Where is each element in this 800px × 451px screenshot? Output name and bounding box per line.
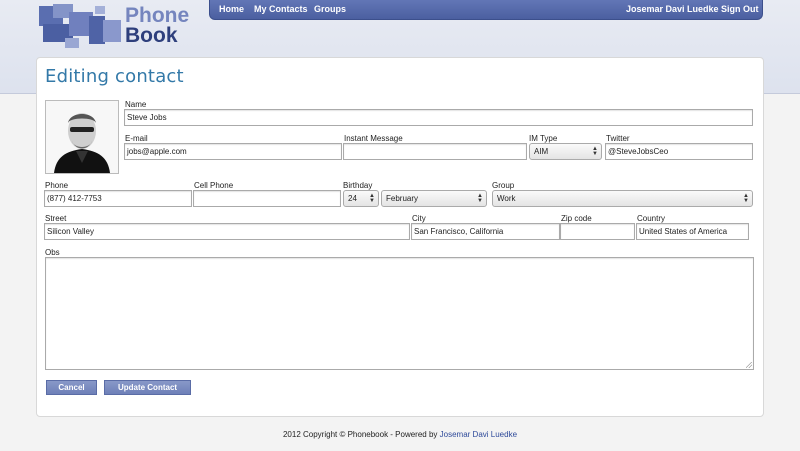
country-label: Country — [637, 214, 666, 223]
nav-home-link[interactable]: Home — [219, 4, 244, 14]
birthday-label: Birthday — [343, 181, 373, 190]
cell-phone-field[interactable] — [193, 190, 341, 207]
email-field[interactable]: jobs@apple.com — [124, 143, 342, 160]
top-navbar: Home My Contacts Groups Josemar Davi Lue… — [209, 0, 763, 20]
nav-my-contacts-link[interactable]: My Contacts — [254, 4, 308, 14]
select-arrows-icon: ▲ ▼ — [592, 146, 598, 157]
contact-photo[interactable] — [45, 100, 119, 174]
twitter-field[interactable]: @SteveJobsCeo — [605, 143, 753, 160]
nav-user-link[interactable]: Josemar Davi Luedke — [626, 4, 719, 14]
nav-groups-link[interactable]: Groups — [314, 4, 346, 14]
birthday-month-value: February — [386, 194, 419, 203]
phone-field[interactable]: (877) 412-7753 — [44, 190, 192, 207]
city-field[interactable]: San Francisco, California — [411, 223, 560, 240]
cancel-button[interactable]: Cancel — [46, 380, 97, 395]
page-title: Editing contact — [45, 66, 184, 87]
name-label: Name — [125, 100, 147, 109]
group-value: Work — [497, 194, 516, 203]
footer-author-link[interactable]: Josemar Davi Luedke — [440, 430, 517, 439]
zip-code-field[interactable] — [560, 223, 635, 240]
logo-text-book: Book — [125, 24, 178, 47]
contact-portrait-icon — [46, 101, 118, 173]
group-label: Group — [492, 181, 515, 190]
obs-label: Obs — [45, 248, 60, 257]
phone-label: Phone — [45, 181, 69, 190]
birthday-month-select[interactable]: February ▲ ▼ — [381, 190, 487, 207]
resize-grip-icon[interactable] — [746, 362, 752, 368]
birthday-day-value: 24 — [348, 194, 357, 203]
im-type-value: AIM — [534, 147, 549, 156]
email-label: E-mail — [125, 134, 148, 143]
city-label: City — [412, 214, 426, 223]
select-arrows-icon: ▲ ▼ — [369, 193, 375, 204]
zip-code-label: Zip code — [561, 214, 592, 223]
nav-sign-out-link[interactable]: Sign Out — [721, 4, 759, 14]
name-field[interactable]: Steve Jobs — [124, 109, 753, 126]
street-label: Street — [45, 214, 67, 223]
country-field[interactable]: United States of America — [636, 223, 749, 240]
logo-text-phone: Phone — [125, 4, 190, 27]
select-arrows-icon: ▲ ▼ — [477, 193, 483, 204]
group-select[interactable]: Work ▲ ▼ — [492, 190, 753, 207]
im-type-select[interactable]: AIM ▲ ▼ — [529, 143, 602, 160]
footer-copyright: 2012 Copyright © Phonebook - Powered by — [282, 430, 440, 439]
instant-message-label: Instant Message — [344, 134, 403, 143]
instant-message-field[interactable] — [343, 143, 527, 160]
birthday-day-select[interactable]: 24 ▲ ▼ — [343, 190, 379, 207]
select-arrows-icon: ▲ ▼ — [743, 193, 749, 204]
obs-textarea[interactable] — [45, 257, 754, 370]
update-contact-button[interactable]: Update Contact — [104, 380, 191, 395]
street-field[interactable]: Silicon Valley — [44, 223, 410, 240]
twitter-label: Twitter — [606, 134, 630, 143]
cell-phone-label: Cell Phone — [194, 181, 234, 190]
edit-contact-card: Editing contact Name Steve Jobs E-mail j… — [36, 57, 764, 417]
im-type-label: IM Type — [529, 134, 558, 143]
phonebook-logo[interactable]: Phone Book — [39, 4, 191, 50]
footer: 2012 Copyright © Phonebook - Powered by … — [0, 430, 800, 439]
